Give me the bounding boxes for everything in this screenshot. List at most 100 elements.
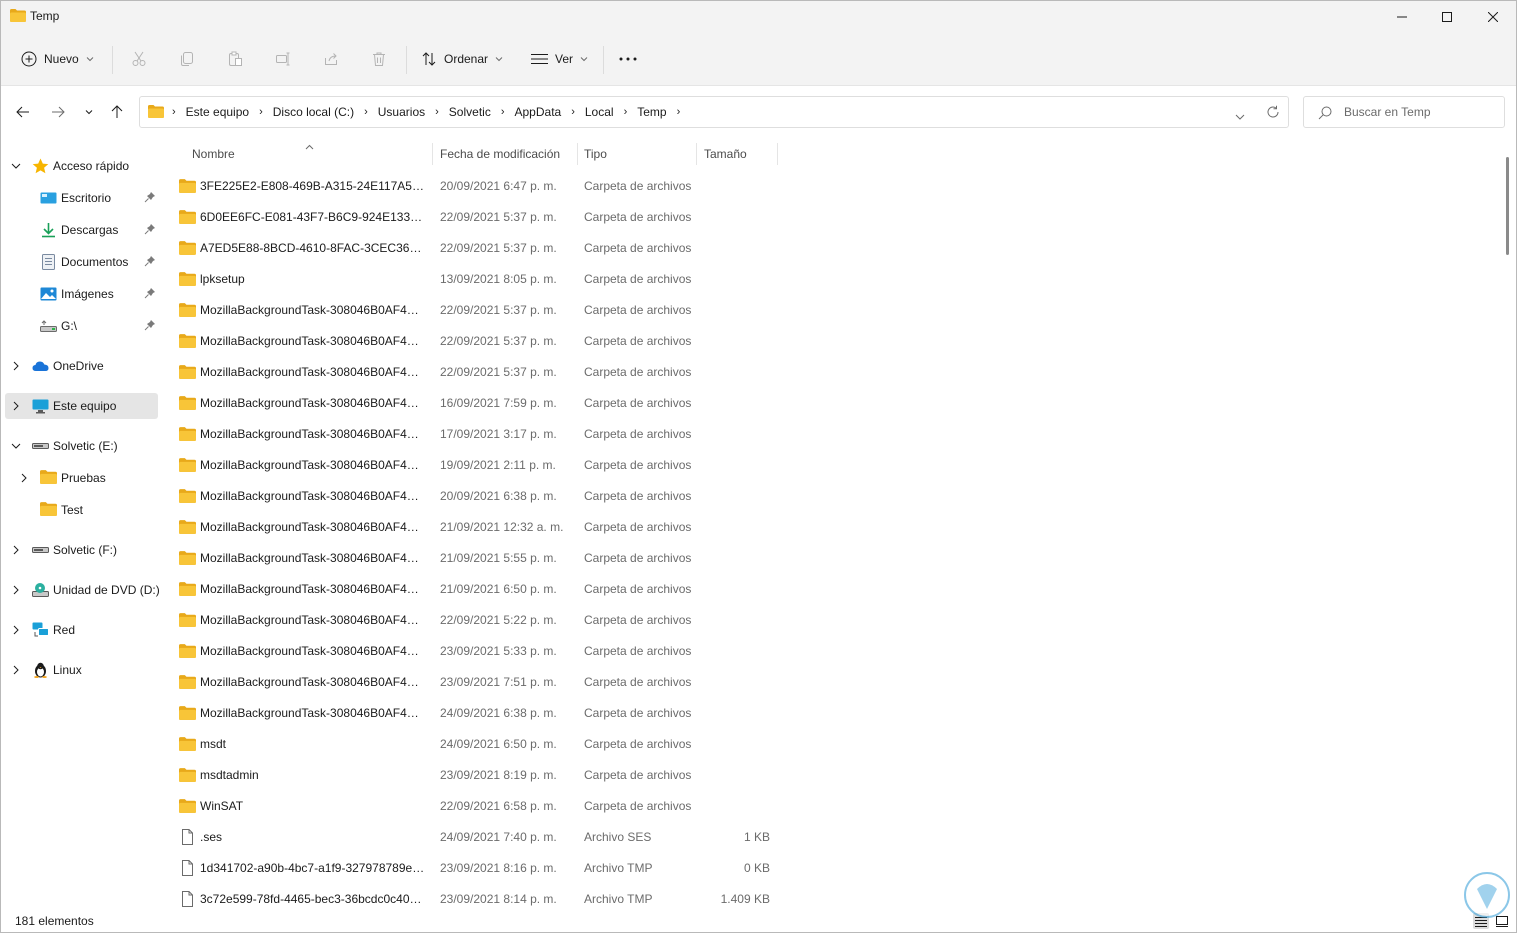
file-row[interactable]: MozillaBackgroundTask-308046B0AF4A3... 22… (169, 325, 789, 356)
file-row[interactable]: msdtadmin 23/09/2021 8:19 p. m. Carpeta de… (169, 759, 789, 790)
column-header-date[interactable]: Fecha de modificación (433, 139, 576, 167)
maximize-button[interactable] (1424, 1, 1470, 33)
rename-button[interactable] (267, 45, 299, 73)
chevron-right-icon[interactable]: › (624, 106, 628, 118)
file-row[interactable]: MozillaBackgroundTask-308046B0AF4A3... 21… (169, 511, 789, 542)
file-row[interactable]: MozillaBackgroundTask-308046B0AF4A3... 24… (169, 697, 789, 728)
column-header-name[interactable]: Nombre (169, 139, 431, 167)
sidebar-item-drive-g[interactable]: G:\ (5, 313, 158, 339)
file-row[interactable]: MozillaBackgroundTask-308046B0AF4A3... 20… (169, 480, 789, 511)
share-button[interactable] (315, 45, 347, 73)
address-history-button[interactable] (1235, 109, 1245, 123)
forward-button[interactable] (46, 100, 70, 124)
file-row[interactable]: MozillaBackgroundTask-308046B0AF4A3... 19… (169, 449, 789, 480)
pin-icon[interactable] (144, 223, 156, 235)
chevron-right-icon[interactable]: › (501, 106, 505, 118)
pin-icon[interactable] (144, 255, 156, 267)
column-header-size[interactable]: Tamaño (697, 139, 777, 167)
command-bar: Nuevo Ordenar Ver (1, 33, 1516, 86)
sidebar-item-quick-access[interactable]: Acceso rápido (5, 153, 158, 179)
file-row[interactable]: 3c72e599-78fd-4465-bec3-36bcdc0c40b2....… (169, 883, 789, 909)
file-row[interactable]: 3FE225E2-E808-469B-A315-24E117A53CC4 20/0… (169, 170, 789, 201)
chevron-right-icon[interactable]: › (571, 106, 575, 118)
chevron-right-icon[interactable] (10, 623, 22, 637)
breadcrumb-item[interactable]: AppData (515, 105, 562, 119)
chevron-down-icon[interactable] (10, 159, 22, 173)
file-row[interactable]: MozillaBackgroundTask-308046B0AF4A3... 22… (169, 294, 789, 325)
sidebar-item-drive-f[interactable]: Solvetic (F:) (5, 537, 158, 563)
search-input[interactable]: Buscar en Temp (1303, 96, 1505, 128)
file-row[interactable]: MozillaBackgroundTask-308046B0AF4A3... 21… (169, 542, 789, 573)
copy-button[interactable] (171, 45, 203, 73)
file-row[interactable]: MozillaBackgroundTask-308046B0AF4A3... 16… (169, 387, 789, 418)
chevron-right-icon[interactable] (18, 471, 30, 485)
file-row[interactable]: A7ED5E88-8BCD-4610-8FAC-3CEC366DA... 22/0… (169, 232, 789, 263)
close-button[interactable] (1470, 1, 1516, 33)
sidebar-item-onedrive[interactable]: OneDrive (5, 353, 158, 379)
breadcrumb-item[interactable]: Disco local (C:) (273, 105, 354, 119)
sidebar-item-pruebas[interactable]: Pruebas (5, 465, 158, 491)
file-row[interactable]: MozillaBackgroundTask-308046B0AF4A3... 17… (169, 418, 789, 449)
sidebar-item-dvd-drive[interactable]: Unidad de DVD (D:) (5, 577, 160, 603)
file-row[interactable]: MozillaBackgroundTask-308046B0AF4A3... 22… (169, 604, 789, 635)
pin-icon[interactable] (144, 191, 156, 203)
breadcrumb-item[interactable]: Este equipo (186, 105, 249, 119)
column-header-type[interactable]: Tipo (578, 139, 696, 167)
sidebar-item-drive-e[interactable]: Solvetic (E:) (5, 433, 158, 459)
sidebar-item-documents[interactable]: Documentos (5, 249, 158, 275)
file-row[interactable]: msdt 24/09/2021 6:50 p. m. Carpeta de arch… (169, 728, 789, 759)
sidebar-item-label: Linux (53, 663, 82, 677)
refresh-button[interactable] (1266, 105, 1280, 122)
breadcrumb-item[interactable]: Usuarios (378, 105, 425, 119)
up-button[interactable] (105, 100, 129, 124)
sidebar-item-network[interactable]: Red (5, 617, 158, 643)
chevron-right-icon[interactable] (10, 583, 22, 597)
back-button[interactable] (11, 100, 35, 124)
chevron-right-icon[interactable] (10, 543, 22, 557)
chevron-down-icon[interactable] (10, 439, 22, 453)
file-row[interactable]: MozillaBackgroundTask-308046B0AF4A3... 21… (169, 573, 789, 604)
more-options-button[interactable] (612, 45, 644, 73)
file-date-modified: 22/09/2021 5:37 p. m. (440, 303, 557, 317)
file-row[interactable]: .ses 24/09/2021 7:40 p. m. Archivo SES 1 KB (169, 821, 789, 852)
file-row[interactable]: MozillaBackgroundTask-308046B0AF4A3... 22… (169, 356, 789, 387)
recent-locations-button[interactable] (77, 100, 101, 124)
scrollbar-thumb[interactable] (1506, 157, 1509, 255)
chevron-right-icon[interactable] (10, 399, 22, 413)
minimize-button[interactable] (1379, 1, 1425, 33)
breadcrumb-item[interactable]: Local (585, 105, 614, 119)
view-button[interactable]: Ver (531, 45, 588, 73)
chevron-right-icon[interactable] (10, 359, 22, 373)
file-row[interactable]: WinSAT 22/09/2021 6:58 p. m. Carpeta de ar… (169, 790, 789, 821)
breadcrumb-item[interactable]: Solvetic (449, 105, 491, 119)
sort-button[interactable]: Ordenar (421, 45, 503, 73)
sidebar-item-downloads[interactable]: Descargas (5, 217, 158, 243)
address-bar[interactable]: › Este equipo › Disco local (C:) › Usuar… (139, 96, 1289, 128)
file-row[interactable]: lpksetup 13/09/2021 8:05 p. m. Carpeta de … (169, 263, 789, 294)
chevron-right-icon[interactable]: › (677, 106, 681, 118)
breadcrumb-item[interactable]: Temp (637, 105, 666, 119)
file-row[interactable]: 1d341702-a90b-4bc7-a1f9-327978789ec3....… (169, 852, 789, 883)
chevron-right-icon[interactable]: › (435, 106, 439, 118)
sidebar-item-desktop[interactable]: Escritorio (5, 185, 158, 211)
title-bar[interactable]: Temp (1, 1, 1516, 33)
chevron-right-icon[interactable]: › (259, 106, 263, 118)
file-row[interactable]: MozillaBackgroundTask-308046B0AF4A3... 23… (169, 635, 789, 666)
column-divider[interactable] (777, 143, 778, 165)
delete-button[interactable] (363, 45, 395, 73)
sidebar-item-linux[interactable]: Linux (5, 657, 158, 683)
chevron-right-icon[interactable]: › (172, 106, 176, 118)
sidebar-item-pictures[interactable]: Imágenes (5, 281, 158, 307)
sidebar-item-this-pc[interactable]: Este equipo (5, 393, 158, 419)
pin-icon[interactable] (144, 319, 156, 331)
chevron-right-icon[interactable] (10, 663, 22, 677)
paste-button[interactable] (219, 45, 251, 73)
cut-button[interactable] (123, 45, 155, 73)
vertical-scrollbar[interactable] (1505, 141, 1511, 906)
new-button[interactable]: Nuevo (21, 45, 94, 73)
chevron-right-icon[interactable]: › (364, 106, 368, 118)
pin-icon[interactable] (144, 287, 156, 299)
file-row[interactable]: 6D0EE6FC-E081-43F7-B6C9-924E13307C33 22/0… (169, 201, 789, 232)
sidebar-item-test[interactable]: Test (5, 497, 158, 523)
file-row[interactable]: MozillaBackgroundTask-308046B0AF4A3... 23… (169, 666, 789, 697)
